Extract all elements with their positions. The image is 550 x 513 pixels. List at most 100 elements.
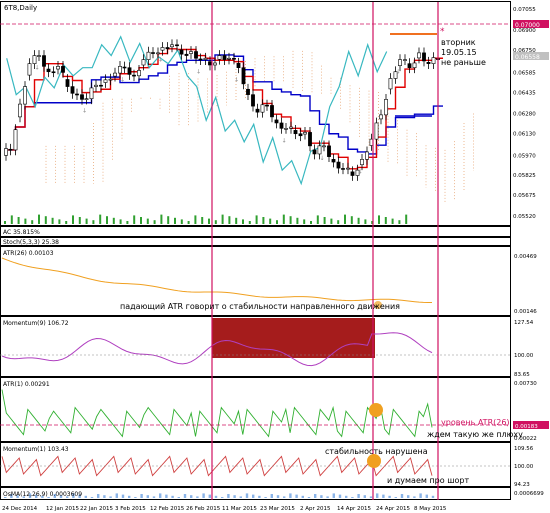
osma-bar [338, 494, 342, 498]
date-tick-label: 8 May 2015 [414, 506, 447, 512]
momentum9-tick-mid: 100.00 [514, 353, 534, 359]
atr26-tick-high: 0.00469 [514, 254, 537, 260]
fractal-mark: ↓ [282, 137, 287, 144]
atr1-line [1, 389, 433, 438]
osma-bar [121, 494, 125, 498]
ac-bar [296, 217, 299, 224]
osma-bar [152, 496, 156, 498]
momentum9-tick-high: 127.54 [514, 320, 534, 326]
candle-body [417, 52, 421, 59]
candle-body [32, 55, 37, 64]
candle-body [208, 61, 212, 66]
candle-body [4, 148, 8, 156]
ac-bar [316, 215, 319, 224]
candle-body [407, 63, 412, 68]
ac-bar [228, 216, 231, 224]
momentum9-title: Momentum(9) 106.72 [3, 320, 69, 327]
date-tick-label: 24 Dec 2014 [2, 506, 38, 512]
ac-bar [38, 214, 40, 224]
osma-bar [357, 494, 360, 498]
date-tick-label: 26 Feb 2015 [186, 506, 221, 512]
candle-body [346, 167, 350, 170]
candle-body [284, 128, 288, 130]
osma-bar [376, 493, 379, 498]
osma-bar [134, 497, 137, 498]
candle-body [341, 168, 345, 170]
fractal-mark: ↓ [320, 155, 325, 162]
ac-bar [384, 217, 387, 224]
osma-bar [115, 493, 118, 498]
momentum-highlight-block [212, 318, 375, 358]
candle-body [108, 78, 113, 81]
chart-window: ↓ ↓ ↓ ↓ ↓ ↓ ↓ ↓ ↓ ↓ 6T8,Daily AC 35.815% Stoch(5,… [0, 0, 550, 513]
stoch-pane-frame [0, 237, 511, 246]
osma-bar [227, 494, 230, 498]
candle-body [336, 161, 341, 169]
date-tick-label: 24 Apr 2015 [376, 506, 411, 512]
ac-bar [330, 218, 333, 224]
candle-body [151, 52, 155, 54]
ac-bar [194, 215, 197, 224]
date-tick-label: 22 Jan 2015 [80, 506, 113, 512]
price-tick-label: 0.05825 [513, 173, 536, 179]
candle-body [70, 86, 75, 94]
ac-bar [378, 215, 380, 224]
osma-bar [264, 497, 267, 498]
osma-bar [320, 495, 323, 498]
note-date: 19.05.15 [441, 48, 477, 57]
candle-body [236, 63, 241, 68]
ac-bar [242, 219, 244, 224]
osma-bar [97, 494, 100, 498]
osma-bar [388, 495, 391, 498]
note-atr-falling: падающий ATR говорит о стабильности напр… [120, 302, 400, 311]
fractal-mark: ↓ [158, 56, 163, 63]
momentum9-tick-low: 83.65 [514, 372, 530, 378]
candle-body [232, 57, 236, 60]
fractal-mark: ↓ [358, 168, 363, 175]
date-tick-label: 11 Mar 2015 [222, 506, 257, 512]
chikou-line [6, 35, 388, 186]
candle-body [37, 55, 41, 57]
candle-body [298, 133, 303, 137]
price-tick-label: 0.06435 [513, 91, 536, 97]
price-tick-label: 0.06280 [513, 112, 536, 118]
candle-body [42, 55, 46, 67]
stoch-label: Stoch(5,3,3) 25.38 [3, 239, 59, 246]
ac-pane-frame [0, 226, 511, 237]
ac-bar [92, 220, 95, 224]
candle-body [18, 103, 22, 118]
candle-body [184, 53, 189, 56]
candle-body [75, 93, 79, 96]
ac-bar [187, 221, 190, 224]
ac-bar [276, 220, 278, 224]
osma-bar [84, 495, 87, 498]
atr1-tick-high: 0.00730 [514, 381, 537, 387]
osma-bar [146, 495, 149, 498]
current-price-label: 0.06558 [515, 54, 540, 61]
ac-bar [255, 215, 258, 224]
ac-bar [303, 219, 306, 224]
date-axis: 24 Dec 2014 12 Jan 2015 22 Jan 2015 3 Feb 2… [2, 506, 447, 512]
candle-body [94, 84, 98, 87]
osma-bar [363, 495, 366, 498]
osma-bar [233, 495, 236, 498]
osma-bar [183, 494, 187, 498]
price-tick-label: 0.06585 [513, 70, 536, 76]
osma-bar [258, 495, 261, 498]
candle-body [51, 71, 56, 74]
osma-bar [419, 493, 422, 498]
candle-body [379, 114, 383, 120]
fractal-mark: ↓ [234, 77, 239, 84]
candle-body [398, 59, 402, 66]
candle-body [132, 74, 136, 77]
ac-bar [344, 214, 346, 224]
candle-body [141, 59, 146, 66]
asterisk-mark: * [440, 27, 445, 37]
osma-bar [314, 494, 317, 498]
tenkan-line [6, 48, 443, 170]
ac-bar [119, 219, 122, 224]
ac-bar [153, 220, 156, 224]
atr1-title: ATR(1) 0.00291 [3, 381, 50, 388]
osma-bar [351, 497, 354, 498]
candle-body [331, 159, 336, 163]
